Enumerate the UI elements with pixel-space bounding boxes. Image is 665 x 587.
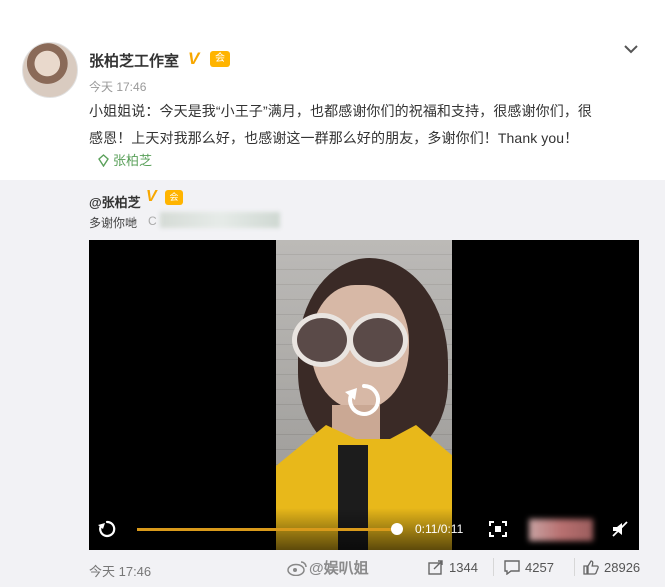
divider [493,558,494,576]
post-author-name[interactable]: 张柏芝工作室 [89,50,179,71]
topic-icon [98,154,109,168]
repost-link-prefix[interactable]: C [148,214,157,228]
verified-badge: V [188,49,200,68]
post-text-line-1: 小姐姐说：今天是我“小王子”满月，也都感谢你们的祝福和支持，很感谢你们，很 [89,103,593,119]
watermark: @娱叭姐 [287,557,369,578]
blurred-control [529,519,593,541]
weibo-icon [287,561,307,577]
like-icon [583,560,599,575]
repost-timestamp[interactable]: 今天 17:46 [89,561,151,580]
repost-text: 多谢你哋 [89,216,138,230]
topic-link[interactable]: 张柏芝 [97,150,152,169]
progress-track[interactable] [137,528,399,531]
like-count: 28926 [604,560,641,575]
replay-icon[interactable] [342,378,386,422]
vip-badge: 会 [210,51,230,67]
post-text-line-2: 感恩！上天对我那么好，也感谢这一群那么好的朋友，多谢你们！Thank you！ [89,130,579,146]
repost-vip-badge: 会 [165,190,183,205]
avatar[interactable] [22,42,78,98]
divider [574,558,575,576]
post-text: 小姐姐说：今天是我“小王子”满月，也都感谢你们的祝福和支持，很感谢你们，很 感恩… [89,98,644,152]
repost-count: 1344 [449,560,478,575]
video-time: 0:11/0:11 [415,522,464,536]
repost-icon [428,560,443,575]
like-button[interactable]: 28926 [583,560,640,575]
progress-knob[interactable] [391,523,403,535]
sunglasses-left-lens [292,313,352,367]
repost-button[interactable]: 1344 [428,560,478,575]
repost-author-name[interactable]: @张柏芝 [89,192,141,211]
watermark-text: @娱叭姐 [309,560,369,577]
comment-count: 4257 [525,560,554,575]
chevron-down-icon[interactable] [622,40,640,58]
topic-label: 张柏芝 [113,153,153,168]
control-replay-icon[interactable] [97,519,117,539]
comment-icon [504,560,520,576]
sunglasses-right-lens [348,313,408,367]
blurred-link[interactable] [160,212,280,228]
mute-icon[interactable] [611,520,629,538]
comment-button[interactable]: 4257 [504,560,554,576]
video-player[interactable]: 0:11/0:11 [89,240,639,550]
fullscreen-icon[interactable] [489,521,507,537]
repost-verified-badge: V [146,188,157,205]
post-timestamp[interactable]: 今天 17:46 [89,78,146,95]
